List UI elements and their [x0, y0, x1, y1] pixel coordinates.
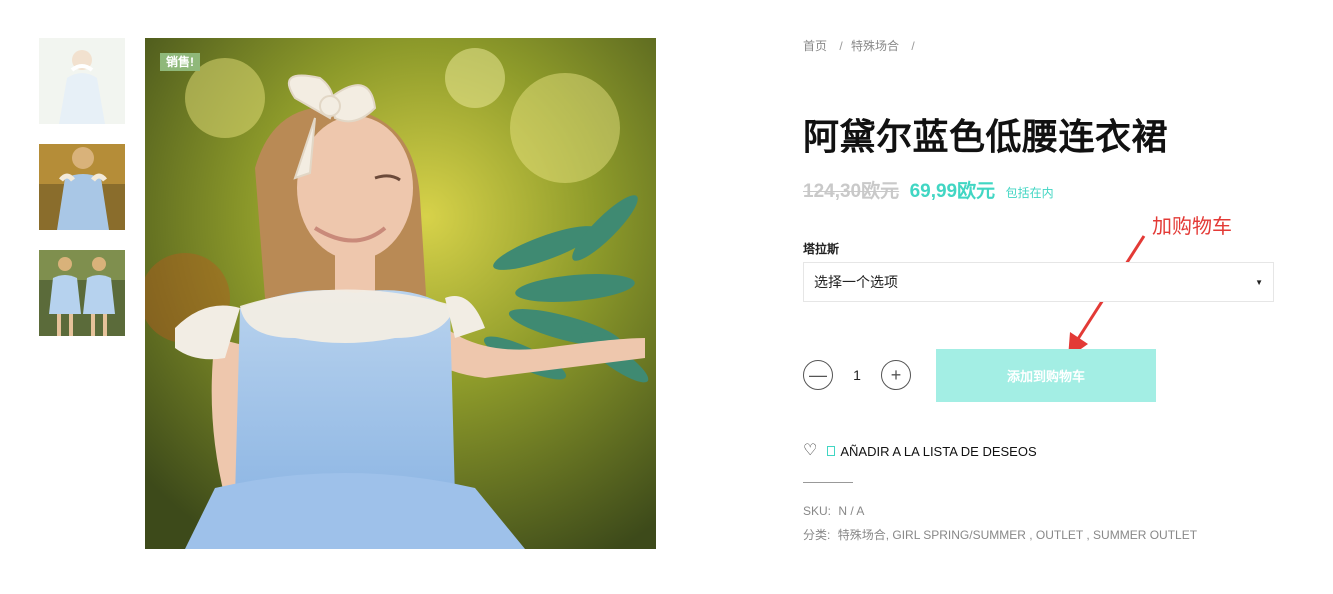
wishlist-label[interactable]: AÑADIR A LA LISTA DE DESEOS: [840, 444, 1036, 459]
variant-select-value: 选择一个选项: [814, 274, 898, 290]
quantity-stepper: — 1 +: [803, 360, 911, 390]
category-label: 分类:: [803, 528, 831, 542]
sku-label: SKU:: [803, 504, 832, 518]
sale-badge: 销售!: [160, 53, 200, 71]
thumbnail-1[interactable]: [39, 38, 125, 124]
divider: [803, 482, 853, 483]
add-to-cart-button[interactable]: 添加到购物车: [936, 349, 1156, 402]
wishlist-checkbox-icon: [827, 446, 836, 456]
plus-icon[interactable]: +: [881, 360, 911, 390]
heart-icon[interactable]: ♡: [803, 443, 817, 459]
main-product-image[interactable]: [145, 38, 656, 549]
wishlist-link[interactable]: ♡ AÑADIR A LA LISTA DE DESEOS: [803, 443, 1037, 459]
old-price: 124,30欧元: [803, 181, 900, 202]
variant-label: 塔拉斯: [803, 242, 840, 256]
quantity-input[interactable]: 1: [833, 367, 881, 383]
variant-select[interactable]: 选择一个选项 ▼: [803, 262, 1274, 302]
sale-price: 69,99欧元: [909, 181, 996, 202]
category-row: 分类: 特殊场合, GIRL SPRING/SUMMER , OUTLET , …: [803, 526, 1197, 543]
thumbnail-3[interactable]: [39, 250, 125, 336]
minus-icon[interactable]: —: [803, 360, 833, 390]
product-title: 阿黛尔蓝色低腰连衣裙: [803, 117, 1169, 158]
price-block: 124,30欧元 69,99欧元 包括在内: [803, 176, 1054, 203]
breadcrumb-home[interactable]: 首页: [803, 39, 827, 53]
annotation-label: 加购物车: [1152, 214, 1232, 238]
breadcrumb-category[interactable]: 特殊场合: [851, 39, 899, 53]
thumbnail-2[interactable]: [39, 144, 125, 230]
category-links[interactable]: 特殊场合, GIRL SPRING/SUMMER , OUTLET , SUMM…: [838, 528, 1197, 542]
sku-row: SKU: N / A: [803, 504, 864, 518]
thumbnail-gallery: [39, 38, 125, 356]
breadcrumb-separator: /: [911, 39, 915, 53]
tax-note: 包括在内: [1005, 186, 1054, 200]
breadcrumb-separator: /: [839, 39, 843, 53]
breadcrumb: 首页 / 特殊场合 /: [803, 37, 920, 54]
caret-down-icon: ▼: [1255, 277, 1263, 287]
sku-value: N / A: [838, 504, 865, 518]
